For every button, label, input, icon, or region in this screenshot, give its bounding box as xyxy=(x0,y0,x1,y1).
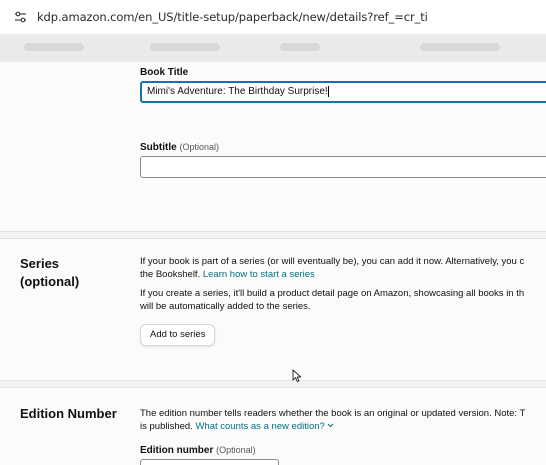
series-section: Series (optional) If your book is part o… xyxy=(0,238,546,381)
start-series-link[interactable]: Learn how to start a series xyxy=(203,269,315,280)
series-detail-text: If you create a series, it'll build a pr… xyxy=(140,288,525,312)
blurred-page-header xyxy=(0,34,546,62)
subtitle-input[interactable] xyxy=(140,156,546,178)
series-heading: Series (optional) xyxy=(20,256,80,289)
edition-number-input[interactable] xyxy=(140,459,279,465)
edition-description: The edition number tells readers whether… xyxy=(140,408,526,432)
edition-number-label: Edition number (Optional) xyxy=(140,445,256,456)
book-title-input[interactable]: Mimi's Adventure: The Birthday Surprise! xyxy=(140,81,546,103)
book-title-label: Book Title xyxy=(140,67,189,78)
edition-section: Edition Number The edition number tells … xyxy=(0,387,546,465)
add-to-series-button[interactable]: Add to series xyxy=(140,324,216,346)
series-description: If your book is part of a series (or wil… xyxy=(140,256,525,280)
new-edition-link[interactable]: What counts as a new edition? xyxy=(195,421,334,432)
url-text[interactable]: kdp.amazon.com/en_US/title-setup/paperba… xyxy=(37,10,428,24)
subtitle-label: Subtitle (Optional) xyxy=(140,142,219,153)
chevron-down-icon xyxy=(328,424,334,428)
mouse-pointer-icon xyxy=(292,369,302,383)
edition-heading: Edition Number xyxy=(20,406,117,421)
browser-address-bar[interactable]: kdp.amazon.com/en_US/title-setup/paperba… xyxy=(0,0,546,34)
tune-icon[interactable] xyxy=(13,10,27,24)
title-section: Book Title Mimi's Adventure: The Birthda… xyxy=(0,62,546,232)
subtitle-optional-tag: (Optional) xyxy=(179,142,219,152)
